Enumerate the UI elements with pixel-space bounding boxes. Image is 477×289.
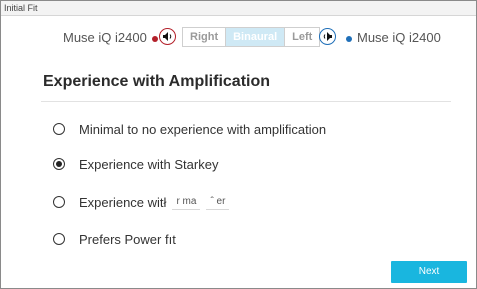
option-minimal-experience[interactable]: Minimal to no experience with amplificat… <box>53 120 326 138</box>
option-experience-other[interactable]: Experience witł r ma ˆ er <box>53 193 230 211</box>
window-title: Initial Fit <box>1 1 476 16</box>
right-device-dot <box>346 35 352 42</box>
hearing-aid-dropdown[interactable]: ˆ er <box>206 195 230 210</box>
segment-binaural[interactable]: Binaural <box>225 28 285 46</box>
option-label: Prefers Power fıt <box>79 231 176 247</box>
option-label: Experience with Starkey <box>79 156 219 172</box>
left-device-dot <box>151 35 158 42</box>
radio-button[interactable] <box>53 233 65 245</box>
next-button[interactable]: Next <box>391 261 467 283</box>
option-experience-starkey[interactable]: Experience with Starkey <box>53 155 218 173</box>
section-title: Experience with Amplification <box>43 73 271 90</box>
right-device-name: Muse iQ i2400 <box>357 30 441 45</box>
device-bar: Muse iQ i2400 Right Binaural Left Muse i… <box>1 25 476 51</box>
right-device-label: Muse iQ i2400 <box>341 30 441 45</box>
speaker-right-icon[interactable] <box>319 28 336 45</box>
section-divider <box>41 101 451 102</box>
radio-button[interactable] <box>53 196 65 208</box>
speaker-left-icon[interactable] <box>159 28 176 45</box>
left-device-name: Muse iQ i2400 <box>63 30 147 45</box>
left-device-label: Muse iQ i2400 <box>63 30 163 45</box>
segment-right[interactable]: Right <box>183 28 225 46</box>
radio-button[interactable] <box>53 158 65 170</box>
ear-selector[interactable]: Right Binaural Left <box>182 27 321 47</box>
option-prefers-power[interactable]: Prefers Power fıt <box>53 230 176 248</box>
option-label: Experience witł <box>79 194 167 210</box>
option-label: Minimal to no experience with amplificat… <box>79 121 327 137</box>
manufacturer-dropdown[interactable]: r ma <box>172 195 201 210</box>
radio-button[interactable] <box>53 123 65 135</box>
segment-left[interactable]: Left <box>284 28 319 46</box>
initial-fit-window: Initial Fit Muse iQ i2400 Right Binaural… <box>0 0 477 289</box>
